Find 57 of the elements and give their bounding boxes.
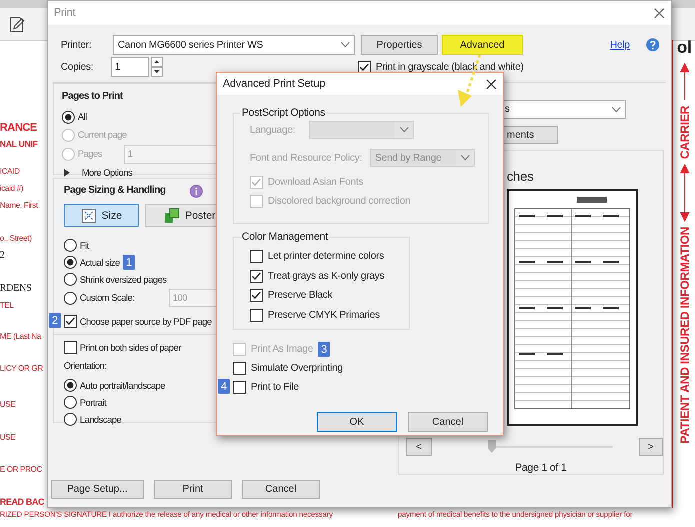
checkbox-label: Print to File <box>251 382 299 393</box>
field-label: Font and Resource Policy: <box>250 152 362 164</box>
form-text: ICAID <box>0 166 21 178</box>
form-text: RANCE <box>0 122 38 136</box>
form-text: 2 <box>0 249 6 263</box>
radio-label: Custom Scale: <box>80 293 136 303</box>
form-text: icaid #) <box>0 183 24 195</box>
field-label: Printer: <box>60 40 93 50</box>
form-text: E OR PROC <box>0 464 44 476</box>
number-badge: 2 <box>49 313 61 328</box>
section-title: Pages to Print <box>62 90 124 104</box>
form-text: READ BAC <box>0 496 46 509</box>
checkbox-label: Print As Image <box>251 344 314 355</box>
page-count-label: Page 1 of 1 <box>515 462 567 474</box>
checkbox-label: Print on both sides of paper <box>80 342 182 352</box>
number-badge: 4 <box>218 379 230 394</box>
checkbox-label: Discolored background correction <box>268 196 411 207</box>
radio-label: Current page <box>78 130 127 140</box>
form-text: o.. Street) <box>0 233 33 245</box>
checkbox-label: Preserve CMYK Primaries <box>268 310 380 321</box>
form-text: USE <box>0 399 17 411</box>
window-title: Advanced Print Setup <box>223 78 326 90</box>
checkbox-label: Simulate Overprinting <box>251 363 343 374</box>
section-label: CARRIER <box>678 106 692 160</box>
field-label: Language: <box>250 124 296 136</box>
field-label: Orientation: <box>64 361 107 373</box>
section-label: PATIENT AND INSURED INFORMATION <box>678 227 692 444</box>
form-text: TEL <box>0 300 15 312</box>
form-text: USE <box>0 432 17 444</box>
radio-label: Pages <box>78 149 104 159</box>
number-badge: 1 <box>123 255 136 270</box>
radio-label: All <box>78 112 87 122</box>
checkbox-label: Let printer determine colors <box>268 251 384 262</box>
window-title: Print <box>54 7 76 19</box>
form-text: LICY OR GR <box>0 363 44 375</box>
checkbox-label: Choose paper source by PDF page <box>80 316 212 326</box>
section-title: Page Sizing & Handling <box>64 184 166 198</box>
group-title: Color Management <box>241 231 330 243</box>
form-text: Name, First <box>0 200 40 212</box>
number-badge: 3 <box>318 342 330 357</box>
paper-size-label: ches <box>507 169 535 184</box>
group-title: PostScript Options <box>241 107 326 119</box>
radio-label: Landscape <box>80 414 122 424</box>
radio-label: Auto portrait/landscape <box>80 380 166 390</box>
checkbox-label: Treat grays as K-only grays <box>268 270 384 282</box>
toolbar-label: ol <box>677 38 692 58</box>
radio-label: Shrink oversized pages <box>80 274 167 284</box>
form-text: RDENS <box>0 282 33 296</box>
radio-label: Fit <box>80 240 89 250</box>
radio-label: Actual size <box>80 258 120 268</box>
radio-label: Portrait <box>80 398 106 408</box>
checkbox-label: Download Asian Fonts <box>268 177 364 188</box>
checkbox-label: Print in grayscale (black and white) <box>376 62 524 72</box>
form-text: ME (Last Na <box>0 331 42 343</box>
checkbox-label: Preserve Black <box>268 290 332 302</box>
form-text: NAL UNIF <box>0 138 39 151</box>
field-label: Copies: <box>60 62 95 72</box>
